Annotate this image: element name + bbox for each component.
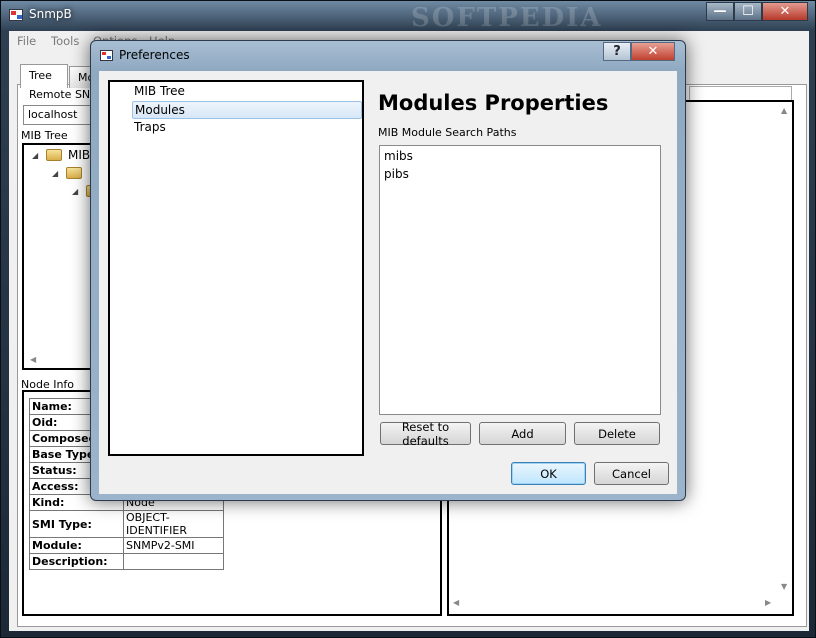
dialog-close-button[interactable]: ✕	[631, 42, 675, 61]
menu-tools[interactable]: Tools	[51, 34, 79, 48]
expand-arrow-icon[interactable]: ◢	[32, 151, 38, 160]
scroll-right-icon[interactable]: ▶	[765, 598, 771, 607]
mib-tree-label: MIB Tree	[21, 129, 68, 142]
preferences-nav-list: MIB Tree Modules Traps	[108, 80, 364, 456]
dialog-client-area: MIB Tree Modules Traps Modules Propertie…	[99, 71, 677, 494]
minimize-icon: —	[713, 4, 727, 19]
list-item[interactable]: mibs	[384, 149, 413, 163]
help-icon: ?	[613, 44, 621, 59]
watermark: SOFTPEDIA	[411, 3, 603, 33]
cancel-button[interactable]: Cancel	[594, 462, 669, 485]
main-title: SnmpB	[29, 7, 72, 21]
tab-tree[interactable]: Tree	[20, 64, 68, 88]
folder-icon	[46, 149, 62, 161]
scroll-left-icon[interactable]: ◀	[30, 355, 36, 364]
preferences-dialog: Preferences ? ✕ MIB Tree Modules Traps M…	[90, 40, 686, 501]
minimize-button[interactable]: —	[706, 2, 734, 21]
tree-item[interactable]: MIB	[68, 148, 90, 162]
right-tab-strip	[689, 86, 792, 100]
search-paths-list[interactable]: mibs pibs	[379, 145, 661, 415]
scroll-down-icon[interactable]: ▼	[781, 582, 787, 591]
app-icon	[9, 9, 23, 21]
add-button[interactable]: Add	[479, 422, 566, 445]
nav-item-mib-tree[interactable]: MIB Tree	[132, 83, 362, 101]
help-button[interactable]: ?	[603, 42, 631, 61]
delete-button[interactable]: Delete	[574, 422, 660, 445]
dialog-title: Preferences	[119, 48, 190, 62]
ok-button[interactable]: OK	[511, 462, 586, 485]
scroll-left-icon[interactable]: ◀	[453, 598, 459, 607]
node-info-value: OBJECT-IDENTIFIER	[123, 510, 224, 538]
main-titlebar: SnmpB SOFTPEDIA — ☐ ✕	[1, 1, 816, 33]
reset-to-defaults-button[interactable]: Reset to defaults	[380, 420, 471, 448]
nav-item-modules[interactable]: Modules	[132, 101, 362, 119]
node-info-value	[123, 553, 224, 570]
maximize-icon: ☐	[742, 4, 754, 19]
table-row: Description:	[29, 553, 224, 570]
page-title: Modules Properties	[378, 91, 609, 115]
node-info-value: SNMPv2-SMI	[123, 537, 224, 554]
list-item[interactable]: pibs	[384, 167, 409, 181]
table-row: SMI Type: OBJECT-IDENTIFIER	[29, 510, 224, 538]
app-icon	[100, 50, 113, 61]
nav-item-traps[interactable]: Traps	[132, 119, 362, 137]
maximize-button[interactable]: ☐	[734, 2, 762, 21]
main-caption-buttons: — ☐ ✕	[706, 2, 808, 22]
folder-icon	[66, 167, 82, 179]
scroll-up-icon[interactable]: ▲	[781, 106, 787, 115]
node-info-key: Description:	[29, 553, 124, 570]
close-icon: ✕	[779, 4, 791, 19]
search-paths-label: MIB Module Search Paths	[378, 126, 517, 139]
dialog-caption-buttons: ? ✕	[603, 42, 675, 62]
menu-file[interactable]: File	[17, 34, 36, 48]
node-info-key: Module:	[29, 537, 124, 554]
close-icon: ✕	[647, 44, 659, 59]
expand-arrow-icon[interactable]: ◢	[72, 187, 78, 196]
table-row: Module: SNMPv2-SMI	[29, 537, 224, 554]
close-button[interactable]: ✕	[762, 2, 808, 21]
expand-arrow-icon[interactable]: ◢	[52, 169, 58, 178]
node-info-key: SMI Type:	[29, 510, 124, 538]
